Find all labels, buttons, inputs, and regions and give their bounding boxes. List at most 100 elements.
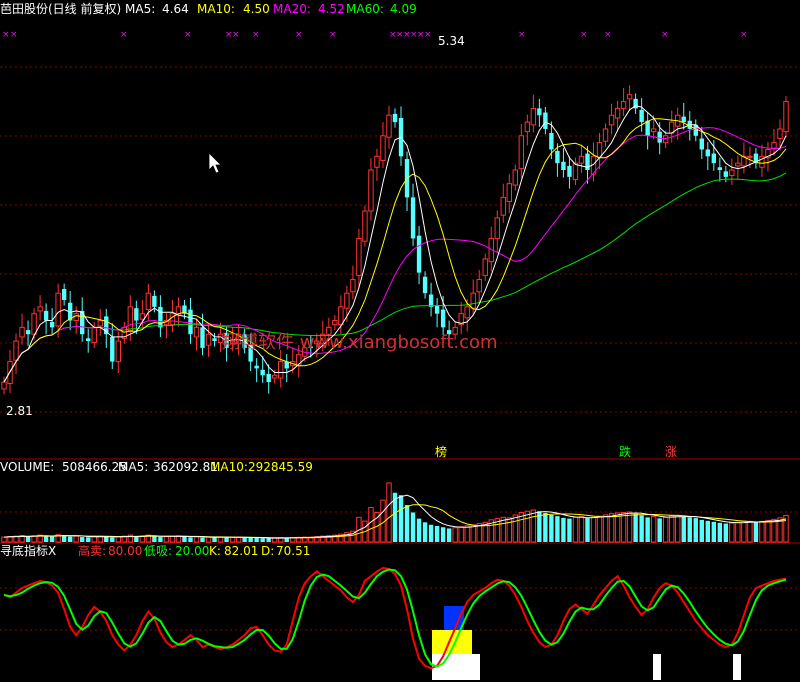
candle-body-up: [344, 292, 350, 309]
signal-x-mark: ×: [10, 30, 18, 40]
signal-x-mark: ×: [2, 30, 10, 40]
signal-x-mark: ×: [424, 30, 432, 40]
candle-body-down: [567, 165, 572, 177]
volume-bar-down: [687, 517, 692, 542]
volume-bar-up: [650, 515, 657, 543]
volume-bar-down: [422, 522, 428, 542]
volume-bar-up: [578, 516, 585, 543]
volume-bar-up: [620, 511, 627, 543]
title-stock-name: 芭田股份(日线 前复权): [0, 1, 121, 16]
candle-body-down: [543, 112, 548, 129]
price-low-label: 2.81: [6, 404, 33, 418]
volume-bar-down: [398, 495, 404, 542]
candle-body-down: [705, 149, 710, 157]
volume-bar-down: [404, 505, 410, 542]
volume-bar-down: [410, 512, 416, 542]
volume-bar-up: [193, 536, 200, 543]
title-ma5-label: MA5:: [125, 2, 155, 16]
candle-body-up: [380, 135, 386, 161]
candle-body-up: [145, 292, 152, 311]
volume-bar-down: [633, 513, 638, 542]
candle-body-down: [723, 171, 729, 177]
candle-body-down: [43, 310, 49, 321]
candle-body-up: [482, 258, 488, 276]
volume-bar-down: [549, 514, 554, 542]
volume-bar-up: [115, 536, 121, 543]
candle-body-up: [614, 107, 621, 119]
candle-body-down: [681, 116, 686, 123]
signal-x-mark: ×: [661, 30, 669, 40]
volume-ma5-value: 362092.81: [153, 460, 218, 474]
title-ma10-label: MA10:: [197, 2, 235, 16]
volume-bar-up: [729, 522, 735, 543]
volume-bar-down: [428, 524, 434, 542]
volume-bar-up: [669, 515, 675, 543]
candle-body-up: [662, 135, 669, 144]
candle-body-up: [205, 333, 212, 346]
candle-body-up: [374, 155, 380, 168]
signal-x-mark: ×: [518, 30, 526, 40]
volume-bar-up: [765, 519, 771, 543]
candle-body-up: [278, 361, 284, 379]
volume-bar-down: [753, 522, 759, 542]
volume-bar-down: [134, 536, 139, 542]
candle-body-down: [254, 365, 259, 369]
volume-bar-up: [205, 536, 212, 543]
volume-bar-down: [416, 518, 422, 542]
candle-body-up: [729, 169, 735, 176]
candle-body-down: [699, 138, 704, 150]
indicator-high-sell-label: 高卖:: [78, 543, 106, 558]
candle-body-up: [127, 306, 134, 332]
candle-body-down: [440, 309, 446, 328]
volume-bar-up: [596, 515, 603, 543]
volume-bar-up: [458, 526, 464, 543]
volume-bar-down: [86, 537, 91, 542]
volume-bar-up: [590, 516, 597, 543]
volume-ma10-label: MA10:: [210, 460, 248, 474]
volume-bar-up: [464, 525, 470, 543]
volume-bar-down: [705, 520, 710, 542]
volume-bar-up: [506, 517, 512, 543]
volume-bar-down: [693, 518, 698, 542]
signal-block-white: [653, 654, 661, 680]
candle-body-down: [717, 167, 723, 170]
volume-bar-down: [188, 537, 193, 542]
volume-bar-up: [271, 537, 278, 543]
volume-ma5-label: MA5:: [118, 460, 148, 474]
volume-bar-up: [675, 514, 681, 543]
candle-body-up: [524, 121, 531, 133]
volume-bar-down: [200, 537, 205, 542]
candle-body-up: [470, 292, 476, 309]
volume-bar-up: [747, 520, 753, 543]
candle-body-down: [25, 330, 31, 335]
candle-body-down: [266, 373, 271, 383]
volume-bar-down: [723, 523, 729, 542]
candle-body-down: [188, 309, 193, 335]
volume-bar-up: [662, 516, 669, 543]
candle-body-down: [110, 336, 115, 362]
candle-body-up: [777, 128, 783, 140]
candle-body-down: [561, 161, 566, 170]
volume-bar-up: [512, 514, 519, 543]
candle-body-down: [428, 294, 434, 307]
candle-body-up: [362, 210, 368, 242]
volume-bar-up: [217, 536, 224, 543]
marker-die: 跌: [619, 444, 631, 459]
volume-bar-down: [224, 537, 229, 542]
candle-body-up: [55, 292, 61, 327]
candle-body-up: [97, 320, 103, 327]
indicator-low-buy-value: 20.00: [175, 544, 209, 558]
volume-bar-up: [386, 482, 392, 543]
candle-body-up: [608, 114, 615, 126]
candle-body-up: [518, 135, 525, 170]
candle-body-up: [620, 101, 627, 109]
candle-body-up: [31, 313, 37, 335]
volume-bar-up: [229, 536, 236, 543]
candle-body-down: [49, 321, 55, 328]
candle-body-up: [650, 128, 657, 133]
candle-body-up: [13, 340, 19, 361]
candle-body-up: [602, 128, 609, 142]
stock-chart[interactable]: 芭田股份(日线 前复权) MA5: 4.64 MA10: 4.50 MA20: …: [0, 0, 800, 682]
volume-bar-up: [626, 511, 633, 543]
candle-body-up: [169, 313, 176, 326]
